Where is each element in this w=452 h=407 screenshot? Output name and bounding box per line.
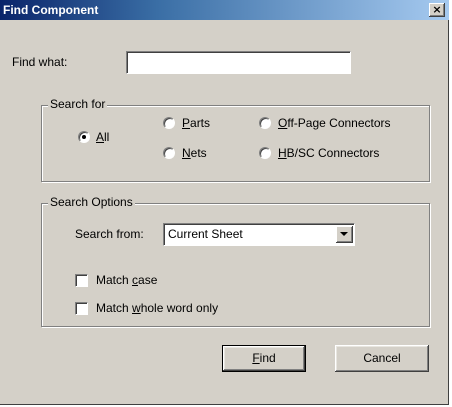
cancel-button[interactable]: Cancel <box>335 345 429 372</box>
search-from-select[interactable]: Current Sheet <box>163 223 355 246</box>
radio-off-page-connectors-label: Off-Page Connectors <box>278 116 391 130</box>
radio-hb-sc-connectors-label: HB/SC Connectors <box>278 146 380 160</box>
chevron-down-icon <box>340 232 348 236</box>
radio-hb-sc-connectors[interactable] <box>259 147 271 159</box>
find-what-input[interactable] <box>126 51 351 74</box>
window-title: Find Component <box>3 3 99 17</box>
find-button-label: Find <box>252 351 276 365</box>
close-icon: × <box>432 3 442 16</box>
match-case-checkbox[interactable] <box>75 274 88 287</box>
search-options-title: Search Options <box>48 195 135 209</box>
search-from-value: Current Sheet <box>168 227 243 241</box>
find-button[interactable]: Find <box>222 345 306 372</box>
find-component-dialog: Find Component × Find what: Search for A… <box>0 0 449 405</box>
radio-nets[interactable] <box>163 147 175 159</box>
close-button[interactable]: × <box>429 3 445 17</box>
radio-parts-label: Parts <box>182 116 211 130</box>
match-whole-word-label: Match whole word only <box>96 301 219 315</box>
find-what-label: Find what: <box>12 55 68 69</box>
search-from-dropdown-button[interactable] <box>336 226 353 243</box>
radio-nets-label: Nets <box>182 146 207 160</box>
match-whole-word-checkbox[interactable] <box>75 302 88 315</box>
radio-off-page-connectors[interactable] <box>259 117 271 129</box>
radio-all-selected-dot <box>82 135 86 139</box>
title-bar[interactable]: Find Component × <box>0 0 449 20</box>
radio-all-label: All <box>96 130 110 144</box>
radio-all-label-rest: ll <box>104 130 110 144</box>
match-case-label: Match case <box>96 273 158 287</box>
radio-all[interactable] <box>78 131 90 143</box>
search-for-title: Search for <box>48 97 108 111</box>
radio-parts[interactable] <box>163 117 175 129</box>
cancel-button-label: Cancel <box>363 351 401 365</box>
search-from-label: Search from: <box>75 227 144 241</box>
